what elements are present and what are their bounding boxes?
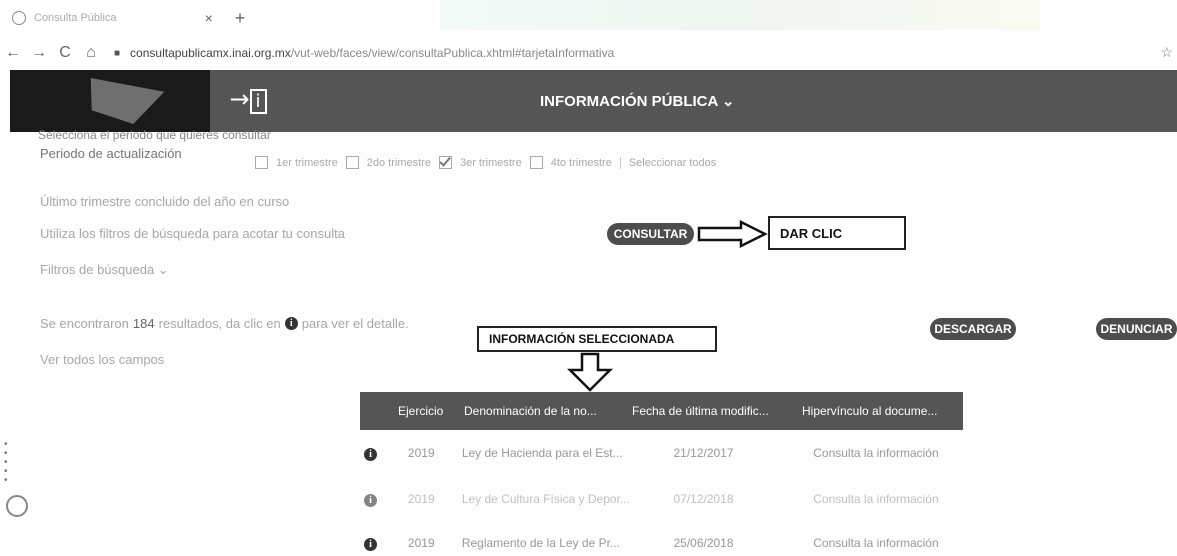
- lock-icon[interactable]: ■: [114, 48, 120, 59]
- results-count: 184: [132, 316, 155, 331]
- reload-icon[interactable]: C: [52, 44, 78, 62]
- forward-icon[interactable]: →: [26, 44, 52, 62]
- browser-tab[interactable]: Consulta Pública × +: [0, 0, 260, 36]
- col-hipervinculo[interactable]: Hipervínculo al docume...: [802, 404, 962, 418]
- accessibility-icon[interactable]: [6, 495, 28, 517]
- login-icon[interactable]: → i: [228, 82, 268, 116]
- summary-end: para ver el detalle.: [301, 316, 409, 331]
- new-tab-icon[interactable]: +: [235, 8, 246, 29]
- summary-pre: Se encontraron: [40, 316, 129, 331]
- site-logo[interactable]: [10, 70, 210, 132]
- checkbox-q1[interactable]: [255, 156, 268, 169]
- cell-date: 25/06/2018: [673, 536, 734, 550]
- table-row: i 2019 Ley de Hacienda para el Est... 21…: [360, 440, 963, 466]
- consultar-button[interactable]: CONSULTAR: [607, 223, 694, 245]
- cell-year: 2019: [407, 492, 435, 506]
- cell-name: Ley de Cultura Física y Depor...: [461, 492, 630, 506]
- information-menu[interactable]: INFORMACIÓN PÚBLICA ⌄: [540, 92, 735, 110]
- descargar-button[interactable]: DESCARGAR: [930, 318, 1016, 340]
- decorative-banner: [440, 0, 1040, 30]
- row-info[interactable]: i: [360, 492, 408, 507]
- cell-name: Ley de Hacienda para el Est...: [461, 446, 623, 460]
- cell-link[interactable]: Consulta la información: [813, 446, 963, 460]
- home-icon[interactable]: ⌂: [78, 44, 104, 62]
- col-denominacion[interactable]: Denominación de la no...: [464, 404, 632, 418]
- divider: [619, 156, 621, 169]
- info-icon[interactable]: i: [364, 447, 377, 461]
- table-row: i 2019 Ley de Cultura Física y Depor... …: [360, 486, 963, 512]
- period-label: Periodo de actualización: [40, 146, 182, 161]
- checkbox-q4[interactable]: [529, 156, 543, 169]
- checkbox-q2[interactable]: [345, 156, 359, 169]
- ghost-instruction: Selecciona el periodo que quieres consul…: [38, 128, 271, 142]
- back-icon[interactable]: ←: [0, 44, 26, 62]
- cell-name: Reglamento de la Ley de Pr...: [461, 536, 620, 550]
- tab-title: Consulta Pública: [34, 12, 117, 24]
- view-all-fields-link[interactable]: Ver todos los campos: [40, 352, 164, 367]
- table-row: i 2019 Reglamento de la Ley de Pr... 25/…: [360, 530, 963, 556]
- cell-date: 07/12/2018: [673, 492, 734, 506]
- cell-link[interactable]: Consulta la información: [813, 492, 963, 506]
- tab-close-icon[interactable]: ×: [205, 10, 213, 26]
- summary-post: resultados, da clic en: [158, 316, 281, 331]
- arrow-right-annotation: [697, 220, 768, 248]
- cell-year: 2019: [407, 446, 435, 460]
- address-bar: ← → C ⌂ ■ consultapublicamx.inai.org.mx/…: [0, 36, 1177, 70]
- url-field[interactable]: consultapublicamx.inai.org.mx/vut-web/fa…: [130, 46, 614, 60]
- label-q3: 3er trimestre: [459, 156, 522, 169]
- arrow-down-annotation: [566, 352, 614, 392]
- tab-bar: Consulta Pública × +: [0, 0, 1177, 36]
- url-path: /vut-web/faces/view/consultaPublica.xhtm…: [290, 46, 615, 60]
- informacion-seleccionada-annotation: INFORMACIÓN SELECCIONADA: [477, 326, 717, 352]
- cell-date: 21/12/2017: [673, 446, 734, 460]
- denunciar-button[interactable]: DENUNCIAR: [1096, 318, 1177, 340]
- dar-clic-annotation: DAR CLIC: [768, 216, 906, 250]
- col-ejercicio[interactable]: Ejercicio: [398, 404, 464, 418]
- info-icon: i: [284, 317, 298, 330]
- results-summary: Se encontraron 184 resultados, da clic e…: [40, 316, 409, 331]
- quarter-checkboxes: 1er trimestre 2do trimestre 3er trimestr…: [255, 156, 716, 169]
- last-quarter-note: Último trimestre concluido del año en cu…: [40, 194, 290, 209]
- cell-year: 2019: [407, 536, 435, 550]
- side-menu-dots[interactable]: • • • • •: [4, 440, 16, 486]
- checkbox-q3[interactable]: [438, 156, 452, 169]
- site-header: → i INFORMACIÓN PÚBLICA ⌄: [10, 70, 1177, 132]
- url-host: consultapublicamx.inai.org.mx: [130, 46, 291, 60]
- logo-shape: [69, 78, 170, 124]
- globe-icon: [12, 11, 26, 25]
- col-fecha[interactable]: Fecha de última modific...: [632, 404, 802, 418]
- label-q2: 2do trimestre: [366, 156, 431, 169]
- info-icon[interactable]: i: [364, 493, 377, 507]
- row-info[interactable]: i: [360, 446, 408, 461]
- filter-hint: Utiliza los filtros de búsqueda para aco…: [40, 226, 345, 241]
- label-q1: 1er trimestre: [276, 156, 338, 169]
- row-info[interactable]: i: [360, 536, 408, 551]
- select-all-link[interactable]: Seleccionar todos: [629, 157, 716, 169]
- label-q4: 4to trimestre: [550, 156, 612, 169]
- bookmark-star-icon[interactable]: ☆: [1160, 44, 1173, 61]
- info-icon[interactable]: i: [364, 537, 377, 551]
- search-filters-toggle[interactable]: Filtros de búsqueda ⌄: [40, 262, 169, 278]
- table-header: Ejercicio Denominación de la no... Fecha…: [360, 392, 963, 430]
- cell-link[interactable]: Consulta la información: [813, 536, 963, 550]
